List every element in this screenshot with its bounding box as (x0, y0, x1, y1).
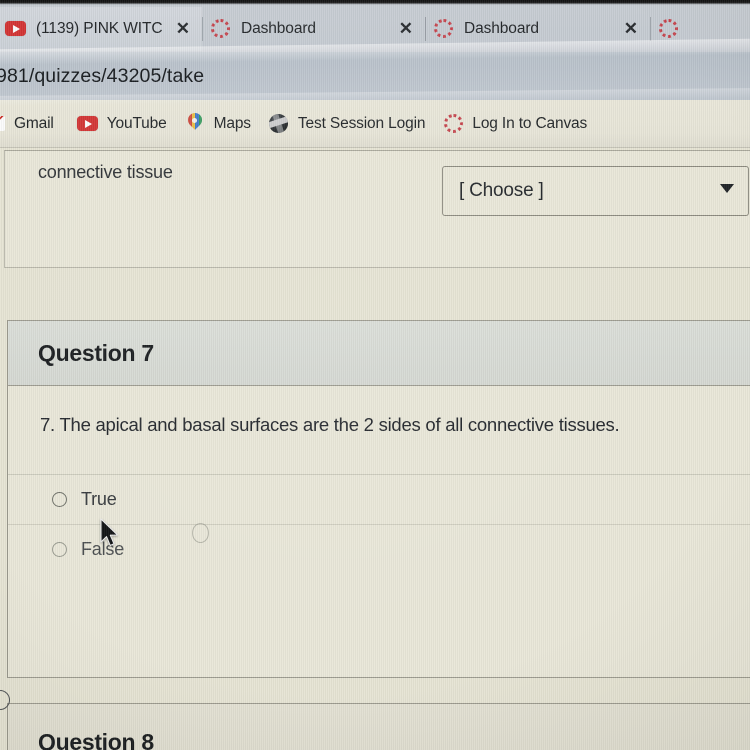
question-8-header: Question 8 (8, 704, 750, 750)
tab-divider (425, 16, 426, 41)
bookmark-youtube[interactable]: YouTube (77, 113, 167, 135)
url-text: 981/quizzes/43205/take (0, 64, 205, 87)
browser-tab-2[interactable]: Dashboard ✕ (205, 7, 425, 51)
matching-answer-select[interactable]: [ Choose ] (442, 166, 749, 216)
browser-tab-1[interactable]: (1139) PINK WITC ✕ (0, 6, 202, 51)
bookmark-label: Log In to Canvas (472, 114, 588, 132)
gmail-icon (0, 113, 6, 135)
question-7-card: Question 7 7. The apical and basal surfa… (7, 320, 750, 678)
mouse-cursor (100, 518, 119, 547)
maps-pin-icon (184, 113, 206, 135)
browser-tab-title: Dashboard (464, 19, 539, 37)
bookmark-label: Gmail (14, 114, 54, 132)
screen-artifact-ring (192, 523, 209, 543)
youtube-icon (4, 18, 26, 40)
bookmark-maps[interactable]: Maps (184, 113, 251, 135)
answer-label: True (81, 489, 117, 509)
browser-tab-title: Dashboard (241, 19, 316, 37)
address-bar[interactable]: 981/quizzes/43205/take (0, 52, 750, 100)
browser-tab-4[interactable] (653, 7, 713, 51)
canvas-icon (442, 113, 464, 135)
screen-photo: (1139) PINK WITC ✕ Dashboard ✕ Dashboard… (0, 0, 750, 750)
canvas-icon (432, 18, 454, 40)
bookmarks-bar: Gmail YouTube Maps Test Session Login Lo… (0, 100, 750, 148)
browser-tab-title: (1139) PINK WITC (36, 19, 162, 37)
bookmark-label: YouTube (106, 114, 167, 132)
canvas-icon (657, 18, 679, 40)
tab-divider (202, 16, 203, 41)
tab-close-icon[interactable]: ✕ (399, 20, 413, 37)
bookmark-test-session-login[interactable]: Test Session Login (268, 113, 425, 135)
canvas-icon (209, 18, 231, 40)
select-selected-value: [ Choose ] (459, 180, 544, 201)
question-7-title: Question 7 (38, 339, 154, 366)
chevron-down-icon (720, 184, 734, 193)
browser-tab-3[interactable]: Dashboard ✕ (428, 7, 650, 51)
answer-option-true[interactable]: True (8, 474, 750, 524)
tab-close-icon[interactable]: ✕ (176, 20, 190, 37)
globe-icon (268, 113, 290, 135)
tab-divider (650, 16, 651, 41)
tab-close-icon[interactable]: ✕ (624, 20, 638, 37)
bookmark-label: Maps (213, 114, 251, 132)
radio-button-false[interactable] (52, 542, 67, 557)
matching-question-card: connective tissue [ Choose ] (4, 150, 750, 268)
browser-tab-strip: (1139) PINK WITC ✕ Dashboard ✕ Dashboard… (0, 0, 750, 52)
question-7-header: Question 7 (8, 321, 750, 386)
youtube-icon (77, 113, 99, 135)
radio-button-true[interactable] (52, 492, 67, 507)
question-8-title: Question 8 (38, 729, 154, 750)
bookmark-gmail[interactable]: Gmail (0, 113, 54, 135)
bookmark-log-in-to-canvas[interactable]: Log In to Canvas (442, 113, 587, 135)
question-8-card: Question 8 (7, 703, 750, 750)
quiz-page-content: connective tissue [ Choose ] Question 7 … (0, 148, 750, 750)
matching-row: connective tissue [ Choose ] (5, 151, 750, 221)
question-7-text: 7. The apical and basal surfaces are the… (40, 414, 620, 435)
bookmark-label: Test Session Login (297, 114, 426, 132)
matching-term-label: connective tissue (38, 162, 173, 182)
